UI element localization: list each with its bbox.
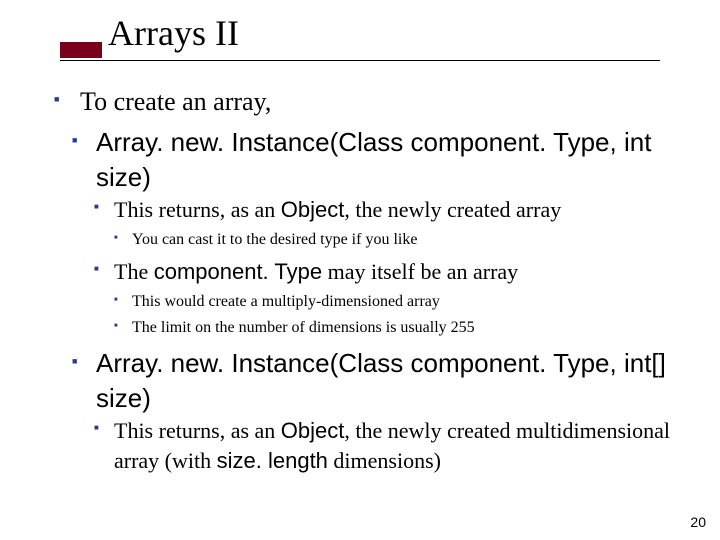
bullet-l4: This would create a multiply-dimensioned… [114, 291, 674, 313]
code-text: Object [281, 197, 345, 222]
slide-title: Arrays II [108, 14, 239, 54]
bullet-l1: To create an array, [54, 84, 674, 119]
code-text: Array. new. Instance(Class component. Ty… [96, 348, 666, 413]
page-number: 20 [690, 514, 706, 530]
bullet-l3: This returns, as an Object, the newly cr… [94, 195, 674, 225]
bullet-text: You can cast it to the desired type if y… [132, 231, 417, 248]
code-text: component. Type [154, 259, 322, 284]
body-content: To create an array, Array. new. Instance… [54, 84, 674, 475]
bullet-text: This would create a multiply-dimensioned… [132, 293, 440, 310]
bullet-text: may itself be an array [322, 259, 518, 284]
bullet-text: This returns, as an [114, 418, 281, 443]
bullet-l2: Array. new. Instance(Class component. Ty… [72, 125, 674, 195]
code-text: Array. new. Instance(Class component. Ty… [96, 127, 651, 192]
bullet-text: , the newly created array [344, 197, 561, 222]
slide: Arrays II To create an array, Array. new… [0, 0, 720, 540]
bullet-text: dimensions) [328, 448, 441, 473]
bullet-l2: Array. new. Instance(Class component. Ty… [72, 346, 674, 416]
bullet-text: The [114, 259, 154, 284]
bullet-l4: The limit on the number of dimensions is… [114, 317, 674, 339]
title-underline [60, 60, 660, 61]
bullet-l4: You can cast it to the desired type if y… [114, 229, 674, 251]
title-block: Arrays II [60, 14, 239, 54]
title-accent-box [60, 42, 102, 58]
code-text: size. length [217, 448, 328, 473]
bullet-text: This returns, as an [114, 197, 281, 222]
bullet-l3: The component. Type may itself be an arr… [94, 257, 674, 287]
bullet-l3: This returns, as an Object, the newly cr… [94, 416, 674, 475]
code-text: Object [281, 418, 345, 443]
bullet-text: To create an array, [80, 87, 271, 116]
bullet-text: The limit on the number of dimensions is… [132, 319, 475, 336]
